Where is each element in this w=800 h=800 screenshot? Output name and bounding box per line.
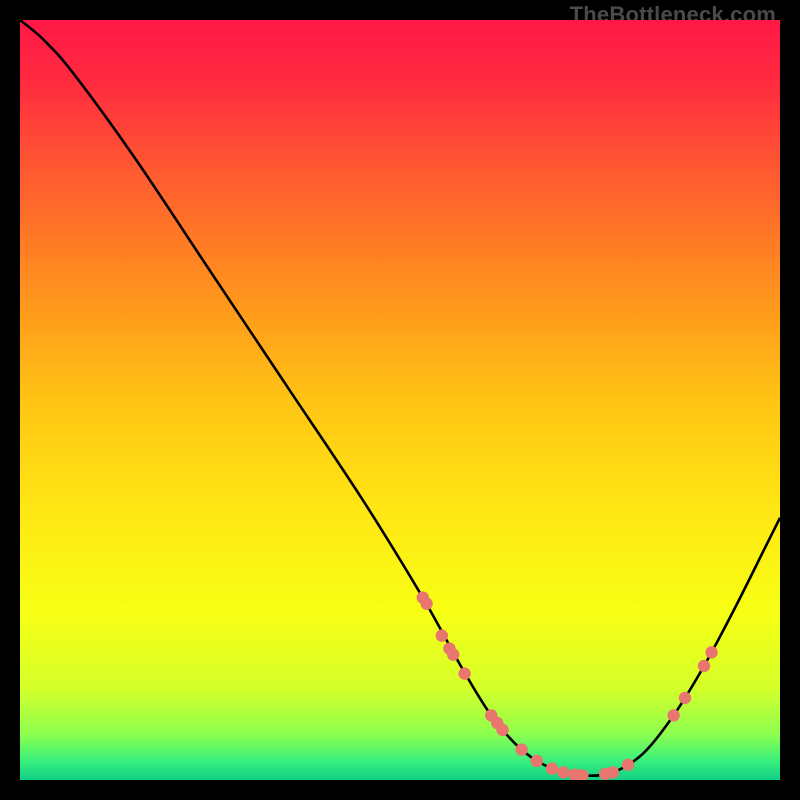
data-marker — [607, 766, 619, 778]
data-marker — [515, 743, 527, 755]
data-marker — [436, 629, 448, 641]
data-marker — [458, 667, 470, 679]
data-marker — [679, 692, 691, 704]
data-marker — [698, 660, 710, 672]
bottleneck-chart — [20, 20, 780, 780]
data-marker — [705, 646, 717, 658]
chart-frame — [20, 20, 780, 780]
data-marker — [667, 709, 679, 721]
data-marker — [531, 755, 543, 767]
data-marker — [420, 597, 432, 609]
data-marker — [622, 759, 634, 771]
data-marker — [546, 762, 558, 774]
gradient-background — [20, 20, 780, 780]
data-marker — [447, 648, 459, 660]
data-marker — [557, 766, 569, 778]
data-marker — [496, 724, 508, 736]
